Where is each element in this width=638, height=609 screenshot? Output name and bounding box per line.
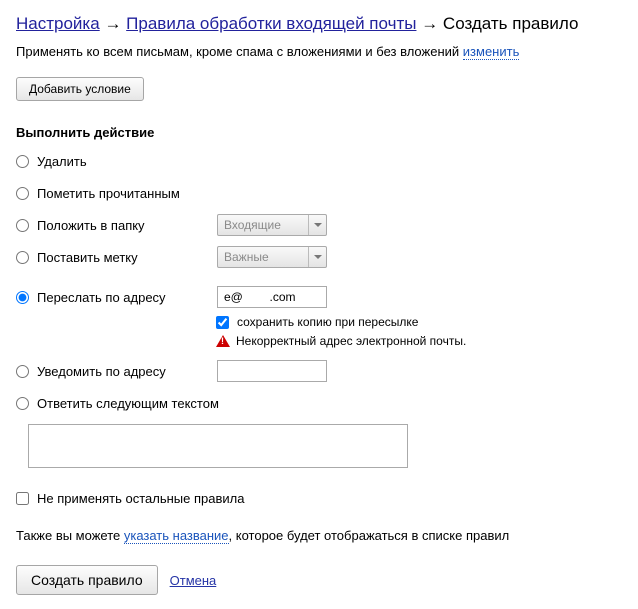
- action-radio-set-label[interactable]: [16, 251, 29, 264]
- action-row-move-folder: Положить в папку Входящие: [16, 214, 622, 236]
- change-conditions-link[interactable]: изменить: [463, 44, 520, 60]
- action-row-forward: Переслать по адресу: [16, 286, 622, 308]
- action-row-delete: Удалить: [16, 150, 622, 172]
- breadcrumb-rules-link[interactable]: Правила обработки входящей почты: [126, 14, 416, 34]
- name-row: Также вы можете указать название, которо…: [16, 528, 622, 543]
- action-radio-notify[interactable]: [16, 365, 29, 378]
- folder-select-value: Входящие: [224, 218, 281, 232]
- cancel-link[interactable]: Отмена: [170, 573, 217, 588]
- no-apply-row: Не применять остальные правила: [16, 491, 622, 506]
- action-label-forward: Переслать по адресу: [37, 290, 217, 305]
- action-row-notify: Уведомить по адресу: [16, 360, 622, 382]
- action-label-mark-read: Пометить прочитанным: [37, 186, 217, 201]
- action-radio-mark-read[interactable]: [16, 187, 29, 200]
- no-apply-checkbox[interactable]: [16, 492, 29, 505]
- name-row-prefix: Также вы можете: [16, 528, 124, 543]
- label-select-value: Важные: [224, 250, 269, 264]
- apply-conditions-text: Применять ко всем письмам, кроме спама с…: [16, 44, 459, 59]
- action-label-delete: Удалить: [37, 154, 217, 169]
- keep-copy-label: сохранить копию при пересылке: [237, 315, 418, 329]
- breadcrumb-current: Создать правило: [443, 14, 579, 33]
- action-radio-move-folder[interactable]: [16, 219, 29, 232]
- no-apply-label: Не применять остальные правила: [37, 491, 244, 506]
- create-rule-button[interactable]: Создать правило: [16, 565, 158, 595]
- breadcrumb-arrow: →: [104, 14, 121, 33]
- keep-copy-checkbox[interactable]: [216, 316, 229, 329]
- action-label-notify: Уведомить по адресу: [37, 364, 217, 379]
- action-radio-delete[interactable]: [16, 155, 29, 168]
- action-label-reply: Ответить следующим текстом: [37, 396, 219, 411]
- add-condition-button[interactable]: Добавить условие: [16, 77, 144, 101]
- breadcrumb: Настройка → Правила обработки входящей п…: [16, 14, 622, 34]
- forward-sub-block: сохранить копию при пересылке Некорректн…: [216, 315, 622, 348]
- footer-row: Создать правило Отмена: [16, 565, 622, 595]
- action-radio-reply[interactable]: [16, 397, 29, 410]
- action-row-mark-read: Пометить прочитанным: [16, 182, 622, 204]
- folder-select[interactable]: Входящие: [217, 214, 327, 236]
- action-row-set-label: Поставить метку Важные: [16, 246, 622, 268]
- action-label-move-folder: Положить в папку: [37, 218, 217, 233]
- apply-conditions-row: Применять ко всем письмам, кроме спама с…: [16, 44, 622, 59]
- action-label-set-label: Поставить метку: [37, 250, 217, 265]
- forward-address-input[interactable]: [217, 286, 327, 308]
- warning-icon: [216, 335, 230, 347]
- action-row-reply: Ответить следующим текстом: [16, 392, 622, 414]
- set-name-link[interactable]: указать название: [124, 528, 229, 544]
- notify-address-input[interactable]: [217, 360, 327, 382]
- name-row-suffix: , которое будет отображаться в списке пр…: [229, 528, 510, 543]
- action-radio-forward[interactable]: [16, 291, 29, 304]
- breadcrumb-arrow: →: [421, 14, 438, 33]
- chevron-down-icon: [308, 247, 326, 267]
- reply-text-input[interactable]: [28, 424, 408, 468]
- label-select[interactable]: Важные: [217, 246, 327, 268]
- chevron-down-icon: [308, 215, 326, 235]
- breadcrumb-settings-link[interactable]: Настройка: [16, 14, 100, 34]
- error-text: Некорректный адрес электронной почты.: [236, 334, 466, 348]
- perform-action-title: Выполнить действие: [16, 125, 622, 140]
